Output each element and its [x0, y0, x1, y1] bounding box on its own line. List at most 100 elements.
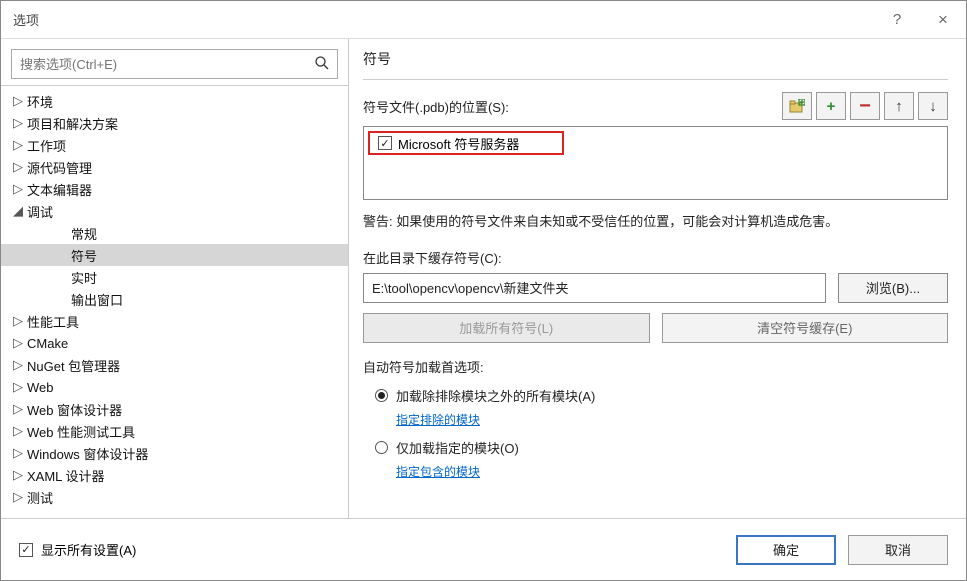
- button-row: 加载所有符号(L) 清空符号缓存(E): [363, 313, 948, 343]
- specify-included-link[interactable]: 指定包含的模块: [396, 465, 480, 479]
- tree-item-label: 环境: [27, 92, 53, 111]
- footer-buttons: 确定 取消: [736, 535, 948, 565]
- tree-item-label: 文本编辑器: [27, 180, 92, 199]
- tree-item[interactable]: ▷Web 窗体设计器: [1, 398, 348, 420]
- tree-item-label: XAML 设计器: [27, 466, 105, 485]
- chevron-right-icon[interactable]: ▷: [13, 335, 27, 351]
- right-panel: 符号 符号文件(.pdb)的位置(S): + − ↑ ↓ ✓ Microsoft: [349, 39, 966, 518]
- tree-item-label: Windows 窗体设计器: [27, 444, 148, 463]
- titlebar: 选项 ? ×: [1, 1, 966, 39]
- chevron-right-icon[interactable]: ▷: [13, 93, 27, 109]
- tree-item-label: Web: [27, 380, 54, 395]
- radio-icon[interactable]: [375, 441, 388, 454]
- tree-item[interactable]: ▷源代码管理: [1, 156, 348, 178]
- cache-path-input[interactable]: [363, 273, 826, 303]
- category-tree[interactable]: ▷环境▷项目和解决方案▷工作项▷源代码管理▷文本编辑器◢调试常规符号实时输出窗口…: [1, 85, 348, 518]
- chevron-right-icon[interactable]: ▷: [13, 313, 27, 329]
- chevron-right-icon[interactable]: ▷: [13, 489, 27, 505]
- link-excluded: 指定排除的模块: [396, 411, 948, 428]
- chevron-right-icon[interactable]: ▷: [13, 181, 27, 197]
- tree-item[interactable]: ▷测试: [1, 486, 348, 508]
- tree-item[interactable]: ▷文本编辑器: [1, 178, 348, 200]
- close-icon[interactable]: ×: [920, 1, 966, 39]
- tree-item-label: 工作项: [27, 136, 66, 155]
- radio-only-specified[interactable]: 仅加载指定的模块(O): [375, 438, 948, 457]
- cancel-button[interactable]: 取消: [848, 535, 948, 565]
- tree-item-label: 实时: [71, 268, 97, 287]
- tree-item[interactable]: ▷Web: [1, 376, 348, 398]
- symbol-locations-list[interactable]: ✓ Microsoft 符号服务器: [363, 126, 948, 200]
- browse-button[interactable]: 浏览(B)...: [838, 273, 948, 303]
- radio-all-modules[interactable]: 加载除排除模块之外的所有模块(A): [375, 386, 948, 405]
- tree-item-label: 调试: [27, 202, 53, 221]
- radio-icon[interactable]: [375, 389, 388, 402]
- checkbox-icon[interactable]: ✓: [19, 543, 33, 557]
- tree-item[interactable]: ▷工作项: [1, 134, 348, 156]
- move-up-icon[interactable]: ↑: [884, 92, 914, 120]
- dialog-body: ▷环境▷项目和解决方案▷工作项▷源代码管理▷文本编辑器◢调试常规符号实时输出窗口…: [1, 39, 966, 518]
- search-icon[interactable]: [314, 55, 330, 74]
- cache-label: 在此目录下缓存符号(C):: [363, 248, 948, 267]
- chevron-right-icon[interactable]: ▷: [13, 115, 27, 131]
- remove-icon[interactable]: −: [850, 92, 880, 120]
- left-panel: ▷环境▷项目和解决方案▷工作项▷源代码管理▷文本编辑器◢调试常规符号实时输出窗口…: [1, 39, 349, 518]
- ok-button[interactable]: 确定: [736, 535, 836, 565]
- auto-load-section-label: 自动符号加载首选项:: [363, 357, 948, 376]
- tree-item-label: 输出窗口: [71, 290, 123, 309]
- tree-item-label: Web 窗体设计器: [27, 400, 122, 419]
- tree-item[interactable]: 常规: [1, 222, 348, 244]
- locations-label: 符号文件(.pdb)的位置(S):: [363, 97, 782, 116]
- tree-item[interactable]: ▷Windows 窗体设计器: [1, 442, 348, 464]
- tree-item-label: 常规: [71, 224, 97, 243]
- chevron-right-icon[interactable]: ▷: [13, 357, 27, 373]
- tree-item[interactable]: ▷CMake: [1, 332, 348, 354]
- tree-item[interactable]: ▷项目和解决方案: [1, 112, 348, 134]
- tree-item-label: NuGet 包管理器: [27, 356, 120, 375]
- window-title: 选项: [13, 10, 874, 29]
- tree-item[interactable]: 输出窗口: [1, 288, 348, 310]
- add-icon[interactable]: +: [816, 92, 846, 120]
- chevron-right-icon[interactable]: ▷: [13, 137, 27, 153]
- chevron-right-icon[interactable]: ▷: [13, 423, 27, 439]
- specify-excluded-link[interactable]: 指定排除的模块: [396, 413, 480, 427]
- clear-cache-button[interactable]: 清空符号缓存(E): [662, 313, 949, 343]
- search-wrap: [11, 49, 338, 79]
- tree-item-label: 测试: [27, 488, 53, 507]
- chevron-right-icon[interactable]: ▷: [13, 467, 27, 483]
- tree-item-label: Web 性能测试工具: [27, 422, 135, 441]
- chevron-right-icon[interactable]: ▷: [13, 379, 27, 395]
- divider: [363, 79, 948, 80]
- tree-item-label: 性能工具: [27, 312, 79, 331]
- options-dialog: 选项 ? × ▷环境▷项目和解决方案▷工作项▷源代码管理▷文本编辑器◢调试常规符…: [0, 0, 967, 581]
- tree-item[interactable]: ▷环境: [1, 90, 348, 112]
- tree-item[interactable]: 符号: [1, 244, 348, 266]
- cache-row: 浏览(B)...: [363, 273, 948, 303]
- tree-item[interactable]: ▷性能工具: [1, 310, 348, 332]
- search-input[interactable]: [11, 49, 338, 79]
- chevron-right-icon[interactable]: ▷: [13, 445, 27, 461]
- checkbox-icon[interactable]: ✓: [378, 136, 392, 150]
- link-included: 指定包含的模块: [396, 463, 948, 480]
- list-item[interactable]: ✓ Microsoft 符号服务器: [368, 131, 564, 155]
- tree-item[interactable]: ◢调试: [1, 200, 348, 222]
- tree-item[interactable]: ▷XAML 设计器: [1, 464, 348, 486]
- help-icon[interactable]: ?: [874, 1, 920, 39]
- page-title: 符号: [363, 49, 948, 69]
- chevron-down-icon[interactable]: ◢: [13, 203, 27, 219]
- chevron-right-icon[interactable]: ▷: [13, 401, 27, 417]
- locations-row: 符号文件(.pdb)的位置(S): + − ↑ ↓: [363, 92, 948, 120]
- toolbar: + − ↑ ↓: [782, 92, 948, 120]
- load-all-button[interactable]: 加载所有符号(L): [363, 313, 650, 343]
- tree-item[interactable]: 实时: [1, 266, 348, 288]
- warning-text: 警告: 如果使用的符号文件来自未知或不受信任的位置，可能会对计算机造成危害。: [363, 212, 948, 232]
- tree-item[interactable]: ▷Web 性能测试工具: [1, 420, 348, 442]
- tree-item[interactable]: ▷NuGet 包管理器: [1, 354, 348, 376]
- chevron-right-icon[interactable]: ▷: [13, 159, 27, 175]
- show-all-label: 显示所有设置(A): [41, 540, 136, 559]
- new-folder-icon[interactable]: [782, 92, 812, 120]
- move-down-icon[interactable]: ↓: [918, 92, 948, 120]
- footer-left: ✓ 显示所有设置(A): [19, 540, 736, 559]
- radio-label: 仅加载指定的模块(O): [396, 438, 519, 457]
- list-item-label: Microsoft 符号服务器: [398, 134, 519, 153]
- tree-item-label: 源代码管理: [27, 158, 92, 177]
